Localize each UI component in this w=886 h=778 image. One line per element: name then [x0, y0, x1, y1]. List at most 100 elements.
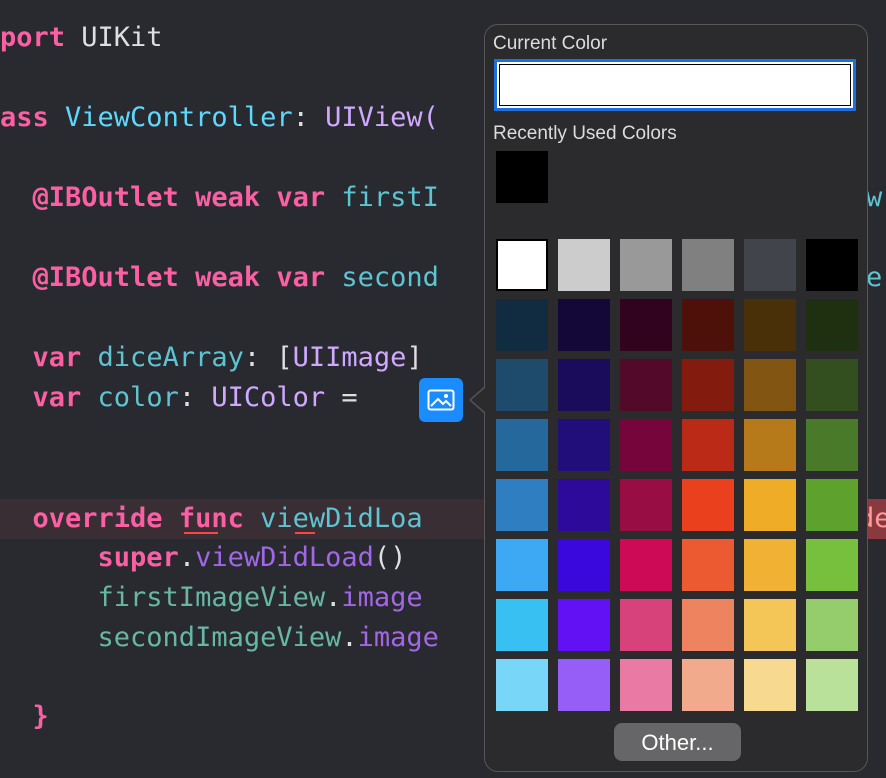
color-swatch[interactable] — [496, 659, 548, 711]
color-swatch[interactable] — [744, 419, 796, 471]
color-swatch[interactable] — [496, 299, 548, 351]
color-swatch[interactable] — [744, 479, 796, 531]
color-swatch[interactable] — [558, 479, 610, 531]
code-token: var — [0, 382, 98, 413]
color-swatch[interactable] — [806, 479, 858, 531]
code-token: UIColor — [211, 382, 326, 413]
color-swatch[interactable] — [682, 599, 734, 651]
current-color-fill — [499, 64, 851, 106]
overflow-char-line4: e — [866, 262, 883, 293]
code-line: ass ViewController: UIView( — [0, 98, 439, 138]
code-token: image — [341, 582, 423, 613]
code-token: weak — [195, 182, 277, 213]
color-swatch[interactable] — [496, 599, 548, 651]
code-line: secondImageView.image — [0, 618, 439, 658]
error-squiggle-func — [184, 532, 218, 534]
code-token: UIView( — [325, 102, 439, 133]
color-swatch[interactable] — [620, 239, 672, 291]
color-swatch[interactable] — [558, 539, 610, 591]
code-token: = — [325, 382, 358, 413]
code-token: diceArray — [97, 342, 244, 373]
color-swatch[interactable] — [496, 419, 548, 471]
color-swatch[interactable] — [496, 539, 548, 591]
color-swatch[interactable] — [744, 539, 796, 591]
color-swatch[interactable] — [744, 299, 796, 351]
code-token: : — [292, 102, 326, 133]
color-swatch[interactable] — [620, 479, 672, 531]
color-swatch[interactable] — [620, 299, 672, 351]
error-squiggle-viewdidload — [295, 532, 315, 534]
code-token: firstImageView — [0, 582, 326, 613]
code-token: image — [357, 622, 439, 653]
color-swatch[interactable] — [558, 299, 610, 351]
color-swatch[interactable] — [806, 599, 858, 651]
code-token: () — [373, 542, 407, 573]
other-colors-button[interactable]: Other... — [614, 723, 741, 761]
color-swatch[interactable] — [744, 659, 796, 711]
color-swatch[interactable] — [558, 659, 610, 711]
color-swatch[interactable] — [806, 359, 858, 411]
color-swatch[interactable] — [806, 419, 858, 471]
color-swatch[interactable] — [806, 299, 858, 351]
code-token: secondImageView — [0, 622, 342, 653]
recent-colors-label: Recently Used Colors — [493, 123, 677, 144]
code-token: UIImage — [292, 342, 407, 373]
code-token: var — [276, 262, 342, 293]
color-swatch[interactable] — [558, 599, 610, 651]
code-token: override — [0, 503, 179, 534]
code-token: ViewController — [65, 102, 293, 133]
color-swatch[interactable] — [744, 599, 796, 651]
color-swatch[interactable] — [620, 359, 672, 411]
code-token: port — [0, 22, 82, 53]
color-swatch[interactable] — [558, 239, 610, 291]
code-token: var — [276, 182, 342, 213]
color-swatch[interactable] — [620, 539, 672, 591]
color-swatch[interactable] — [744, 239, 796, 291]
code-token: ] — [406, 342, 423, 373]
color-swatch[interactable] — [620, 419, 672, 471]
code-line: var color: UIColor = — [0, 378, 358, 418]
color-swatch[interactable] — [682, 659, 734, 711]
color-swatch[interactable] — [806, 239, 858, 291]
code-token: viewDidLoa — [260, 503, 423, 534]
color-swatch[interactable] — [682, 479, 734, 531]
code-token: } — [0, 701, 49, 732]
code-line: var diceArray: [UIImage] — [0, 338, 423, 378]
current-color-label: Current Color — [493, 33, 608, 54]
color-swatch[interactable] — [806, 539, 858, 591]
color-swatch[interactable] — [682, 539, 734, 591]
color-swatch[interactable] — [682, 239, 734, 291]
code-token: firstI — [341, 182, 439, 213]
color-swatch[interactable] — [806, 659, 858, 711]
code-token: color — [97, 382, 179, 413]
color-swatch[interactable] — [682, 359, 734, 411]
color-swatch[interactable] — [496, 239, 548, 291]
code-line: firstImageView.image — [0, 578, 423, 618]
overflow-char-line3: w — [866, 182, 883, 213]
code-token: : — [178, 382, 212, 413]
color-swatch[interactable] — [496, 479, 548, 531]
code-line: @IBOutlet weak var firstI — [0, 178, 439, 218]
color-swatch[interactable] — [558, 419, 610, 471]
code-token: . — [325, 582, 342, 613]
code-token: : [ — [243, 342, 293, 373]
code-line: @IBOutlet weak var second — [0, 258, 439, 298]
code-token: weak — [195, 262, 277, 293]
image-literal-icon[interactable] — [419, 378, 463, 422]
code-token: super — [0, 542, 179, 573]
color-swatch[interactable] — [620, 599, 672, 651]
popover-arrow-fill — [471, 387, 486, 413]
recent-color-swatch[interactable] — [496, 151, 548, 203]
color-swatch[interactable] — [496, 359, 548, 411]
color-swatch[interactable] — [558, 359, 610, 411]
color-swatch[interactable] — [744, 359, 796, 411]
code-token: . — [341, 622, 358, 653]
code-token: ass — [0, 102, 66, 133]
color-swatch[interactable] — [682, 419, 734, 471]
code-line: port UIKit — [0, 18, 163, 58]
code-token: viewDidLoad — [195, 542, 374, 573]
color-swatch[interactable] — [620, 659, 672, 711]
color-swatch[interactable] — [682, 299, 734, 351]
current-color-well[interactable] — [494, 59, 856, 111]
code-token: UIKit — [81, 22, 163, 53]
